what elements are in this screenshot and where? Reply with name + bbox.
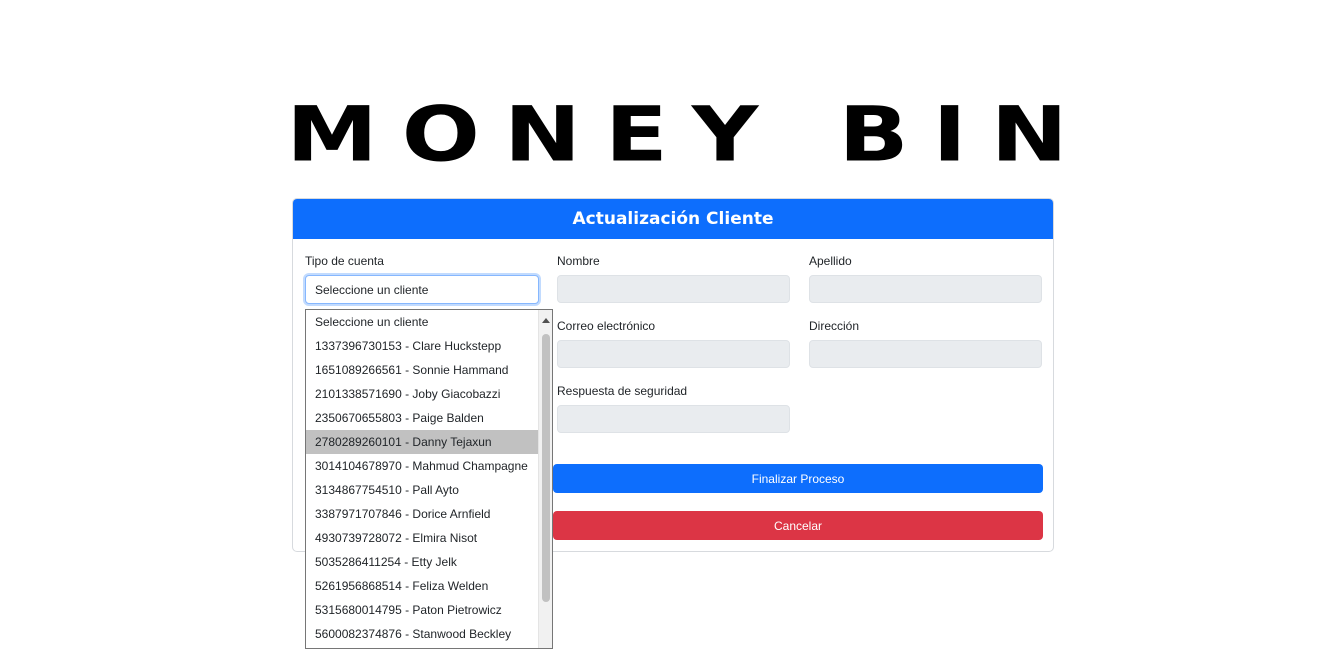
money-bin-logo: MONEY BIN	[250, 92, 1104, 178]
logo-text: MONEY BIN	[286, 90, 1092, 179]
dropdown-option[interactable]: 4930739728072 - Elmira Nisot	[306, 526, 538, 550]
dropdown-scrollbar[interactable]	[538, 310, 552, 648]
respuesta-field[interactable]	[557, 405, 790, 433]
dropdown-option[interactable]: 3134867754510 - Pall Ayto	[306, 478, 538, 502]
client-dropdown-list[interactable]: Seleccione un cliente 1337396730153 - Cl…	[305, 309, 553, 649]
correo-field[interactable]	[557, 340, 790, 368]
respuesta-label: Respuesta de seguridad	[557, 384, 688, 398]
direccion-field[interactable]	[809, 340, 1042, 368]
dropdown-option[interactable]: 1337396730153 - Clare Huckstepp	[306, 334, 538, 358]
dropdown-option[interactable]: 5600082374876 - Stanwood Beckley	[306, 622, 538, 646]
nombre-field[interactable]	[557, 275, 790, 303]
cancel-button[interactable]: Cancelar	[553, 511, 1043, 540]
dropdown-option[interactable]: 5035286411254 - Etty Jelk	[306, 550, 538, 574]
dropdown-option[interactable]: 2350670655803 - Paige Balden	[306, 406, 538, 430]
dropdown-option[interactable]: 3014104678970 - Mahmud Champagne	[306, 454, 538, 478]
dropdown-option[interactable]: 3387971707846 - Dorice Arnfield	[306, 502, 538, 526]
scroll-up-arrow-icon[interactable]	[542, 318, 550, 323]
dropdown-option[interactable]: Seleccione un cliente	[306, 310, 538, 334]
dropdown-option-highlighted[interactable]: 2780289260101 - Danny Tejaxun	[306, 430, 538, 454]
nombre-label: Nombre	[557, 254, 600, 268]
scrollbar-thumb[interactable]	[542, 334, 550, 602]
apellido-label: Apellido	[809, 254, 852, 268]
dropdown-option[interactable]: 5261956868514 - Feliza Welden	[306, 574, 538, 598]
account-type-label: Tipo de cuenta	[305, 254, 384, 268]
dropdown-option[interactable]: 2101338571690 - Joby Giacobazzi	[306, 382, 538, 406]
dropdown-option[interactable]: 5315680014795 - Paton Pietrowicz	[306, 598, 538, 622]
card-title: Actualización Cliente	[293, 199, 1053, 239]
dropdown-option[interactable]: 1651089266561 - Sonnie Hammand	[306, 358, 538, 382]
finalize-button[interactable]: Finalizar Proceso	[553, 464, 1043, 493]
correo-label: Correo electrónico	[557, 319, 656, 333]
direccion-label: Dirección	[809, 319, 860, 333]
client-select[interactable]: Seleccione un cliente	[305, 275, 539, 304]
apellido-field[interactable]	[809, 275, 1042, 303]
